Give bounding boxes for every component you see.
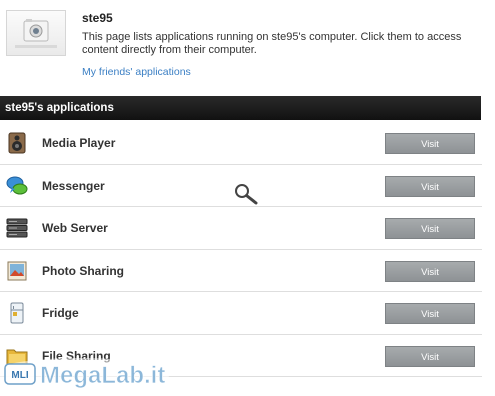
visit-button[interactable]: Visit — [385, 260, 475, 282]
app-name: Web Server — [42, 221, 108, 235]
visit-button[interactable]: Visit — [385, 133, 475, 154]
app-name: Fridge — [42, 306, 79, 320]
speaker-icon — [6, 132, 28, 154]
app-row-photo-sharing: Photo Sharing Visit — [0, 250, 482, 292]
server-icon — [6, 217, 28, 239]
watermark-logo: MLI MegaLab.it — [0, 346, 200, 391]
magnifier-icon — [234, 183, 260, 210]
svg-text:MegaLab.it: MegaLab.it — [40, 362, 165, 389]
app-row-media-player: Media Player Visit — [0, 122, 482, 165]
app-name: Photo Sharing — [42, 263, 124, 278]
profile-description: This page lists applications running on … — [82, 31, 462, 56]
app-row-web-server: Web Server Visit — [0, 207, 482, 250]
camera-avatar-icon — [6, 10, 66, 56]
fridge-icon — [6, 302, 28, 324]
visit-button[interactable]: Visit — [385, 303, 475, 324]
profile-header: ste95 This page lists applications runni… — [0, 0, 495, 95]
svg-text:MLI: MLI — [11, 370, 28, 381]
section-header: ste95's applications — [0, 96, 481, 120]
friends-applications-link[interactable]: My friends' applications — [82, 66, 191, 78]
visit-button[interactable]: Visit — [385, 218, 475, 239]
chat-bubbles-icon — [6, 175, 28, 197]
app-name: Messenger — [42, 178, 105, 193]
app-row-fridge: Fridge Visit — [0, 292, 482, 335]
profile-username: ste95 — [82, 11, 113, 25]
visit-button[interactable]: Visit — [385, 175, 475, 197]
section-title: ste95's applications — [5, 102, 114, 114]
app-name: Media Player — [42, 136, 116, 150]
photo-icon — [6, 260, 28, 282]
applications-list: Media Player Visit Messenger Visit Web S… — [0, 122, 482, 377]
visit-button[interactable]: Visit — [385, 345, 475, 367]
